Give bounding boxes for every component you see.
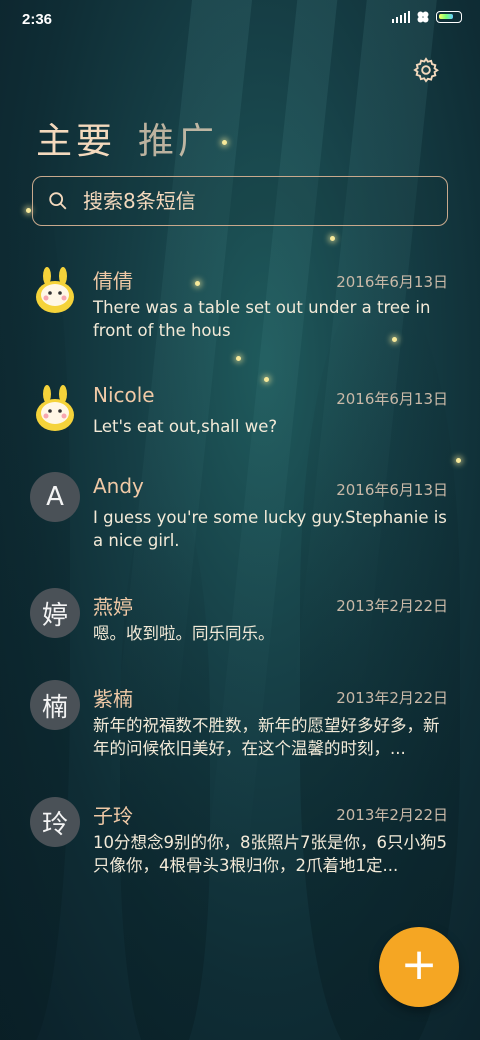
message-preview: 10分想念9别的你，8张照片7张是你，6只小狗5只像你，4根骨头3根归你，2爪着…: [93, 833, 447, 875]
conversation-item[interactable]: 倩倩 2016年6月13日 There was a table set out …: [0, 255, 480, 365]
avatar: A: [30, 472, 80, 522]
message-preview: 嗯。收到啦。同乐同乐。: [93, 624, 275, 643]
tab-bar: 主要 推广: [36, 112, 218, 164]
conversation-item[interactable]: A Andy 2016年6月13日 I guess you're some lu…: [0, 467, 480, 577]
battery-icon: [436, 11, 462, 23]
avatar: 婷: [30, 588, 80, 638]
avatar: 楠: [30, 680, 80, 730]
message-preview: 新年的祝福数不胜数，新年的愿望好多好多，新年的问候依旧美好，在这个温馨的时刻，.…: [93, 716, 440, 758]
search-input[interactable]: [81, 188, 425, 214]
contact-name: Andy: [93, 474, 144, 498]
contact-name: 紫楠: [93, 687, 133, 711]
conversation-item[interactable]: 婷 燕婷 2013年2月22日 嗯。收到啦。同乐同乐。: [0, 583, 480, 663]
conversation-item[interactable]: Nicole 2016年6月13日 Let's eat out,shall we…: [0, 373, 480, 463]
message-date: 2013年2月22日: [336, 689, 448, 707]
message-preview: I guess you're some lucky guy.Stephanie …: [93, 508, 447, 550]
message-date: 2016年6月13日: [336, 390, 448, 408]
tab-promotions[interactable]: 推广: [138, 112, 218, 164]
search-bar[interactable]: [32, 176, 448, 226]
message-preview: There was a table set out under a tree i…: [93, 298, 431, 340]
clover-icon: [417, 11, 429, 23]
avatar: 玲: [30, 797, 80, 847]
conversation-item[interactable]: 楠 紫楠 2013年2月22日 新年的祝福数不胜数，新年的愿望好多好多，新年的问…: [0, 675, 480, 785]
message-date: 2013年2月22日: [336, 806, 448, 824]
bunny-avatar-icon: [30, 383, 80, 433]
message-date: 2013年2月22日: [336, 597, 448, 615]
message-preview: Let's eat out,shall we?: [93, 417, 278, 436]
signal-icon: [392, 11, 410, 23]
contact-name: 子玲: [93, 804, 133, 828]
contact-name: 燕婷: [93, 595, 133, 619]
status-bar: 2:36: [0, 0, 480, 40]
gear-icon[interactable]: [412, 56, 440, 84]
status-time: 2:36: [22, 11, 53, 28]
contact-name: Nicole: [93, 383, 155, 407]
plus-icon: +: [400, 939, 438, 990]
compose-button[interactable]: +: [379, 927, 459, 1007]
conversation-item[interactable]: 玲 子玲 2013年2月22日 10分想念9别的你，8张照片7张是你，6只小狗5…: [0, 792, 480, 902]
message-date: 2016年6月13日: [336, 273, 448, 291]
tab-primary[interactable]: 主要: [36, 112, 116, 164]
message-date: 2016年6月13日: [336, 481, 448, 499]
search-icon: [49, 192, 67, 210]
bunny-avatar-icon: [30, 265, 80, 315]
contact-name: 倩倩: [93, 269, 133, 293]
